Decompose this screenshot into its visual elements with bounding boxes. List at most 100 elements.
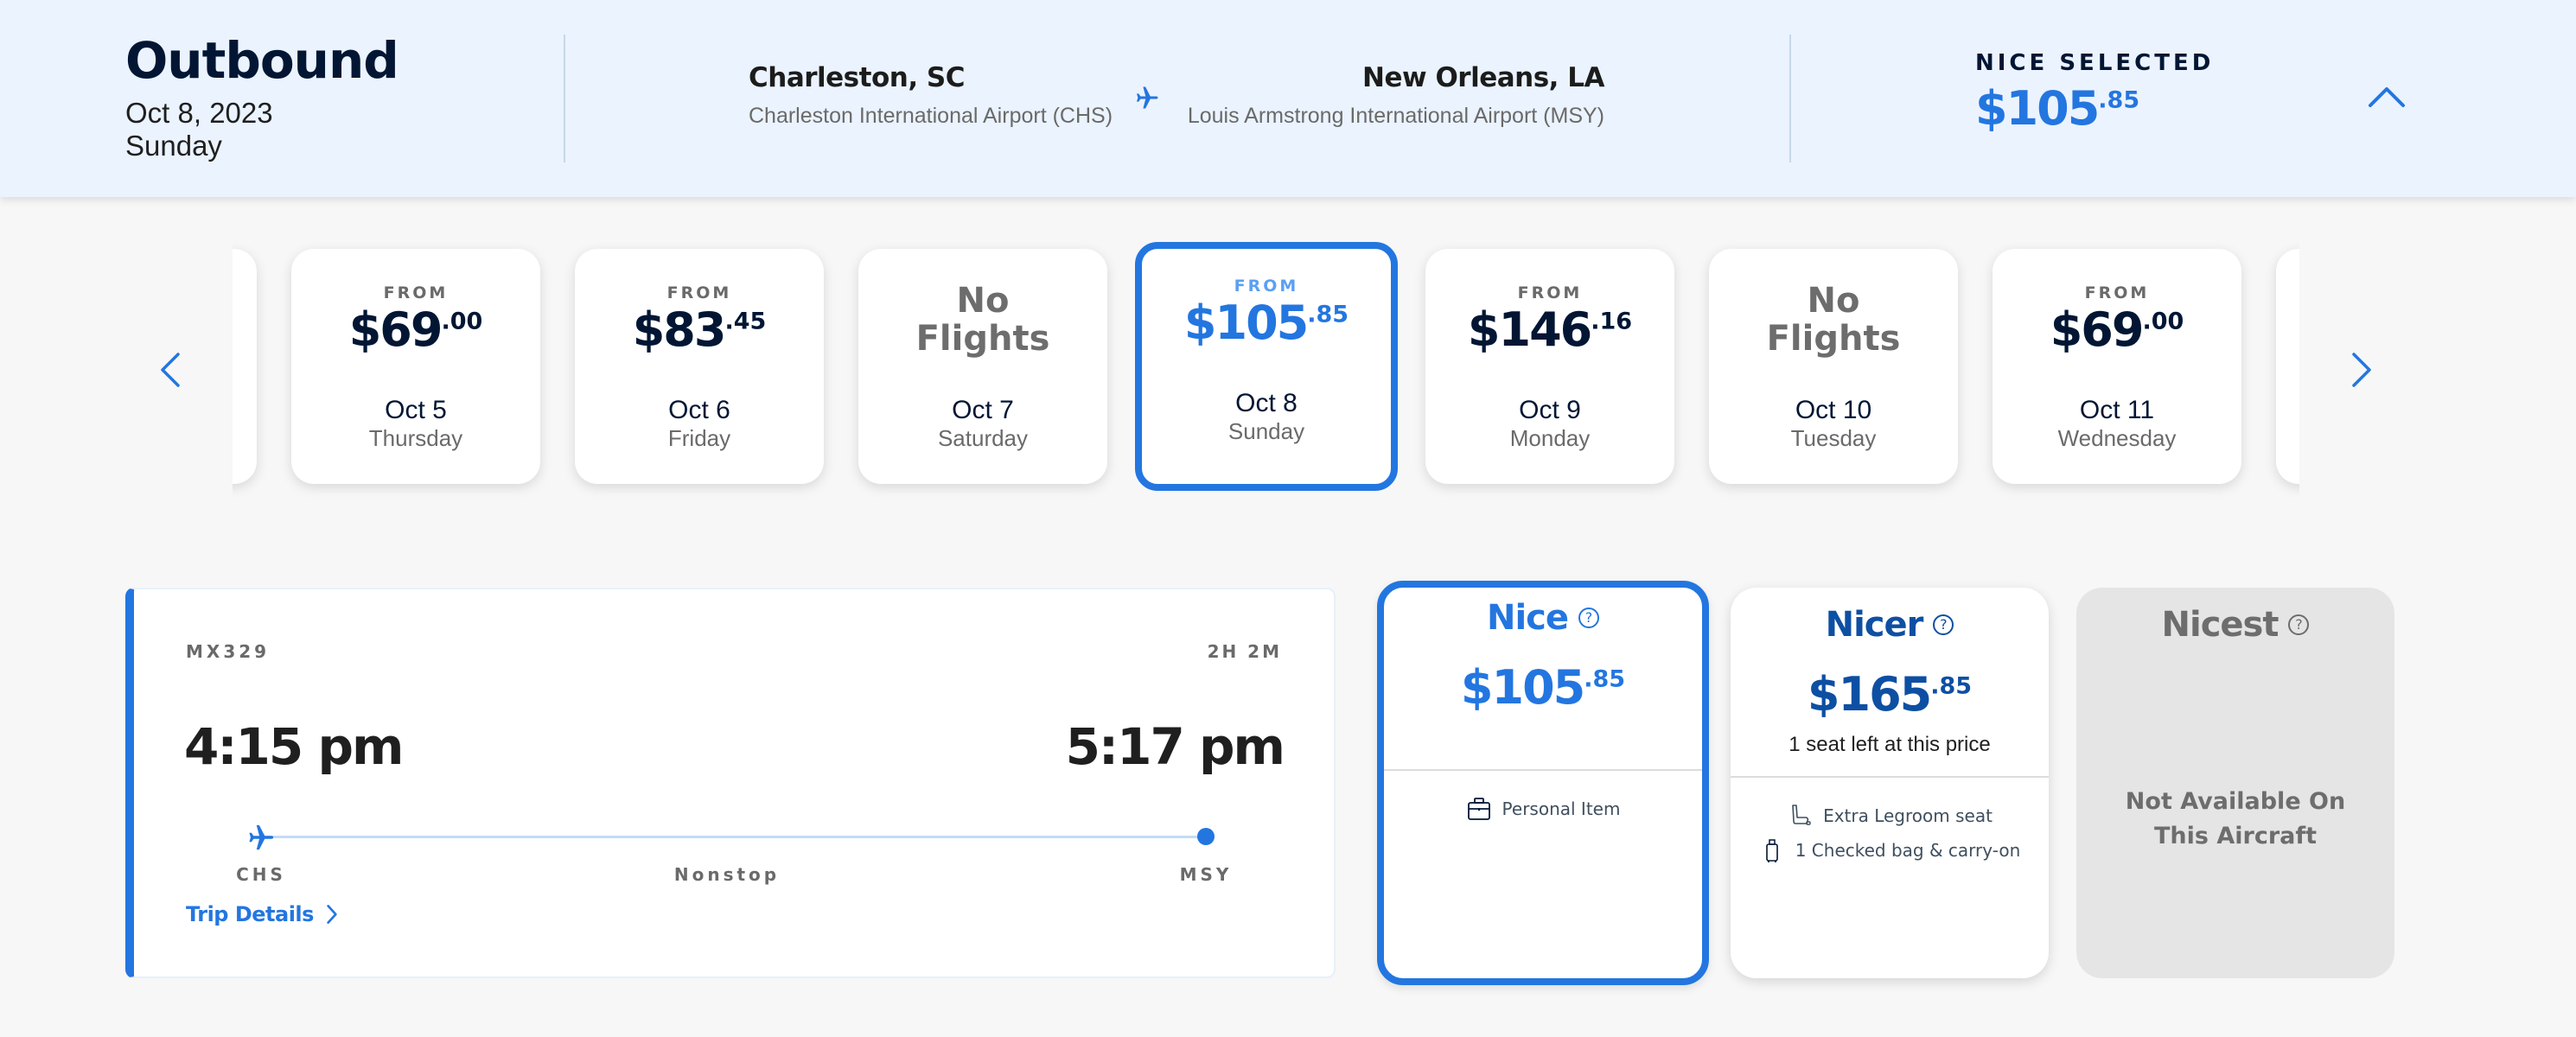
date-card[interactable]: NoFlights Oct 4Wednesday xyxy=(233,249,257,484)
price-cents: .16 xyxy=(1591,308,1633,335)
no-flights-line: Flights xyxy=(2276,320,2299,358)
travel-date-text: Oct 8, 2023 xyxy=(125,97,273,129)
day-price: $146.16 xyxy=(1425,302,1674,357)
day-weekday: Sunday xyxy=(1227,418,1305,444)
date-card[interactable]: FROM $146.16 Oct 9 Monday xyxy=(1425,249,1674,484)
help-icon[interactable]: ? xyxy=(1933,614,1954,635)
flight-timeline xyxy=(264,836,1208,838)
day-date: Oct 5 xyxy=(385,396,447,424)
price-dollars: $83 xyxy=(632,302,727,357)
price-cents: .85 xyxy=(1584,665,1626,693)
fare-divider xyxy=(1384,769,1702,771)
carousel-prev-button[interactable] xyxy=(152,346,187,394)
date-carousel: NoFlightsOct 4WednesdayFROM$69.00Oct 5Th… xyxy=(233,225,2299,510)
fare-name-text: Nice xyxy=(1486,598,1569,638)
stops-label: Nonstop xyxy=(673,864,781,885)
day-price: $69.00 xyxy=(291,302,540,357)
date-card[interactable]: FROM $69.00 Oct 11 Wednesday xyxy=(1993,249,2241,484)
help-icon[interactable]: ? xyxy=(1578,608,1600,628)
date-card[interactable]: NoFlights Oct 12Thursday xyxy=(2276,249,2299,484)
collapse-button[interactable] xyxy=(2360,78,2413,119)
price-cents: .45 xyxy=(724,308,767,335)
luggage-icon xyxy=(1765,839,1778,862)
fare-name-text: Nicer xyxy=(1825,605,1924,645)
fare-card-nicest: Nicest? Not Available On This Aircraft xyxy=(2076,588,2394,978)
no-flights-label: NoFlights xyxy=(233,282,257,358)
no-flights-line: No xyxy=(1807,281,1860,321)
help-icon[interactable]: ? xyxy=(2288,614,2310,635)
date-card[interactable]: No Flights Oct 7 Saturday xyxy=(858,249,1107,484)
fare-divider xyxy=(1731,776,2049,778)
price-dollars: $105 xyxy=(1975,81,2100,136)
fare-price: $165.85 xyxy=(1731,667,2049,722)
from-label: FROM xyxy=(2084,283,2150,302)
day-date: Oct 12 xyxy=(2276,396,2299,425)
carousel-next-button[interactable] xyxy=(2345,346,2380,394)
departure-time: 4:15 pm xyxy=(184,717,404,776)
fare-card-nice[interactable]: Nice? $105.85 Personal Item xyxy=(1377,581,1709,985)
origin-city: Charleston, SC xyxy=(749,62,965,93)
no-flights-label: NoFlights xyxy=(858,282,1107,358)
page-title: Outbound xyxy=(125,31,399,90)
chevron-left-icon xyxy=(161,353,180,387)
selected-fare-label: NICE SELECTED xyxy=(1975,50,2215,76)
date-card[interactable]: FROM $105.85 Oct 8 Sunday xyxy=(1135,242,1398,491)
day-date: Oct 9 xyxy=(1519,396,1581,424)
destination: New Orleans, LA Louis Armstrong Internat… xyxy=(1187,62,1605,129)
trip-details-label: Trip Details xyxy=(186,902,314,926)
day-date: Oct 6 xyxy=(668,396,730,424)
day-weekday: Tuesday xyxy=(1790,425,1877,451)
price-cents: .85 xyxy=(2098,86,2140,114)
flight-duration: 2H 2M xyxy=(1207,641,1282,662)
header-divider xyxy=(564,35,565,162)
price-dollars: $69 xyxy=(2050,302,2145,357)
no-flights-line: No xyxy=(956,281,1010,321)
briefcase-icon xyxy=(1467,798,1490,820)
fare-features: Personal Item xyxy=(1384,792,1702,826)
destination-city: New Orleans, LA xyxy=(1362,62,1604,93)
fare-name-text: Nicest xyxy=(2161,605,2280,645)
chevron-right-icon xyxy=(327,905,337,924)
fare-name: Nicer? xyxy=(1731,605,2049,645)
price-cents: .00 xyxy=(441,308,483,335)
day-weekday: Monday xyxy=(1509,425,1591,451)
feature-label: Extra Legroom seat xyxy=(1823,805,1993,826)
price-dollars: $146 xyxy=(1467,302,1592,357)
day-weekday: Wednesday xyxy=(2057,425,2177,451)
price-dollars: $69 xyxy=(348,302,443,357)
feature-label: 1 Checked bag & carry-on xyxy=(1795,840,2021,861)
date-card[interactable]: No Flights Oct 10 Tuesday xyxy=(1709,249,1958,484)
no-flights-line: No xyxy=(233,282,257,320)
from-label: FROM xyxy=(666,283,732,302)
price-dollars: $105 xyxy=(1183,296,1309,350)
day-weekday: Saturday xyxy=(937,425,1029,451)
seats-left-notice: 1 seat left at this price xyxy=(1789,733,1991,756)
fare-price: $105.85 xyxy=(1384,660,1702,715)
day-date: Oct 7 xyxy=(952,396,1014,424)
day-weekday: Wednesday xyxy=(233,425,257,452)
airplane-icon xyxy=(249,824,274,850)
fare-feature: Personal Item xyxy=(1384,792,1702,826)
destination-airport: Louis Armstrong International Airport (M… xyxy=(1187,104,1604,128)
destination-dot xyxy=(1197,828,1215,845)
trip-details-link[interactable]: Trip Details xyxy=(186,902,338,926)
price-dollars: $165 xyxy=(1807,667,1932,722)
no-flights-line: Flights xyxy=(1766,319,1901,359)
price-cents: .00 xyxy=(2142,308,2184,335)
fare-card-nicer[interactable]: Nicer? $165.85 1 seat left at this price Ex… xyxy=(1731,588,2049,978)
no-flights-label: NoFlights xyxy=(2276,282,2299,358)
no-flights-line: Flights xyxy=(233,320,257,358)
no-flights-line: Flights xyxy=(915,319,1050,359)
date-card[interactable]: FROM $83.45 Oct 6 Friday xyxy=(575,249,824,484)
arrival-time: 5:17 pm xyxy=(1065,717,1285,776)
seat-icon xyxy=(1792,805,1811,825)
price-cents: .85 xyxy=(1930,672,1973,700)
travel-date: Oct 8, 2023 Sunday xyxy=(125,97,273,162)
day-weekday: Thursday xyxy=(368,425,463,451)
chevron-right-icon xyxy=(2352,353,2371,387)
date-card[interactable]: FROM $69.00 Oct 5 Thursday xyxy=(291,249,540,484)
fare-feature: 1 Checked bag & carry-on xyxy=(1731,833,2049,868)
unavailable-message: Not Available On This Aircraft xyxy=(2125,788,2346,849)
fare-name: Nicest? xyxy=(2076,605,2394,645)
origin-airport: Charleston International Airport (CHS) xyxy=(749,104,1113,128)
